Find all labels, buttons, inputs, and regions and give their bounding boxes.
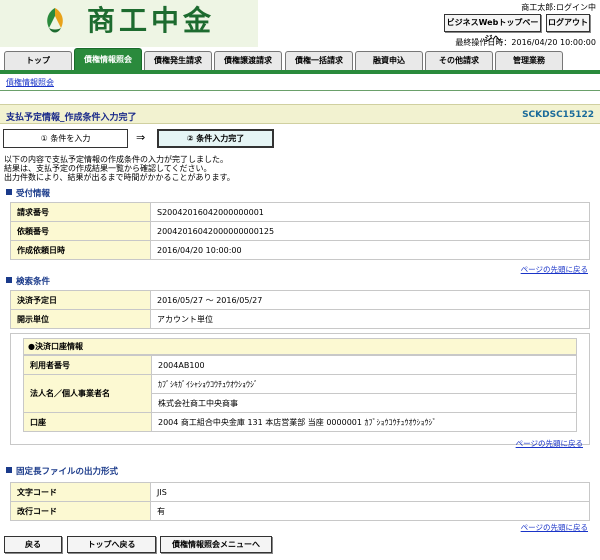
- company-name-label: 法人名／個人事業者名: [23, 374, 152, 413]
- info-message-1: 以下の内容で支払予定情報の作成条件の入力が完了しました。: [4, 155, 228, 164]
- table-row: 利用者番号 2004AB100: [23, 355, 577, 375]
- table-row: 依頼番号 20042016042000000000125: [10, 221, 590, 241]
- disclosure-unit-value: アカウント単位: [150, 309, 590, 329]
- subnav-divider: [0, 90, 600, 91]
- disclosure-unit-label: 開示単位: [10, 309, 151, 329]
- info-message-3: 出力件数により、結果が出るまで時間がかかることがあります。: [4, 173, 235, 182]
- screen-id: SCKDSC15122: [522, 110, 594, 120]
- account-value: 2004 商工組合中央金庫 131 本店営業部 当座 0000001 ｶﾌﾞｼｮ…: [151, 412, 577, 432]
- logo-area: 商工中金: [0, 0, 258, 47]
- reception-info-table: 請求番号 S20042016042000000001 依頼番号 20042016…: [10, 202, 590, 260]
- step-input-complete: ② 条件入力完了: [157, 129, 274, 148]
- user-status: 商工太郎:ログイン中: [521, 3, 596, 12]
- subnav-credit-inquiry-link[interactable]: 債権情報照会: [6, 77, 54, 88]
- table-row: 決済予定日 2016/05/27 〜 2016/05/27: [10, 290, 590, 310]
- step-input-conditions: ① 条件を入力: [3, 129, 128, 148]
- page-top-link[interactable]: ページの先頭に戻る: [521, 264, 588, 275]
- page-top-link[interactable]: ページの先頭に戻る: [516, 438, 583, 449]
- company-name-kana: ｶﾌﾞｼｷｶﾞｲｼｬｼｮｳｺｳﾁｭｳｵｳｼｮｳｼﾞ: [151, 374, 577, 394]
- info-message-2: 結果は、支払予定の作成結果一覧から確認してください。: [4, 164, 212, 173]
- tab-bar-divider: [0, 70, 600, 74]
- company-name-kanji: 株式会社商工中央商事: [151, 393, 577, 413]
- table-row: 改行コード 有: [10, 501, 590, 521]
- tab-management[interactable]: 管理業務: [495, 51, 563, 70]
- settlement-date-label: 決済予定日: [10, 290, 151, 310]
- table-row: 請求番号 S20042016042000000001: [10, 202, 590, 222]
- tab-loan-application[interactable]: 融資申込: [355, 51, 423, 70]
- step-arrow-icon: ⇒: [136, 131, 146, 144]
- tab-credit-inquiry[interactable]: 債権情報照会: [74, 48, 142, 70]
- search-conditions-heading: 検索条件: [6, 275, 50, 287]
- section-square-icon: [6, 467, 12, 473]
- table-row: 文字コード JIS: [10, 482, 590, 502]
- char-code-value: JIS: [150, 482, 590, 502]
- logout-button[interactable]: ログアウト: [546, 14, 590, 32]
- reception-info-heading: 受付情報: [6, 187, 50, 199]
- settlement-account-heading: ●決済口座情報: [23, 338, 577, 355]
- settlement-account-table: 利用者番号 2004AB100 法人名／個人事業者名 ｶﾌﾞｼｷｶﾞｲｼｬｼｮｳ…: [23, 355, 577, 432]
- account-label: 口座: [23, 412, 152, 432]
- search-conditions-heading-text: 検索条件: [16, 277, 51, 287]
- table-row: 開示単位 アカウント単位: [10, 309, 590, 329]
- fixed-output-table: 文字コード JIS 改行コード 有: [10, 482, 590, 521]
- credit-inquiry-menu-button[interactable]: 債権情報照会メニューへ: [160, 536, 272, 553]
- header: 商工中金 商工太郎:ログイン中 ビジネスWebトップページへ ログアウト 最終操…: [0, 0, 600, 47]
- request-number-value: S20042016042000000001: [150, 202, 590, 222]
- tab-credit-transfer[interactable]: 債権譲渡請求: [214, 51, 282, 70]
- logo-mark-icon: [47, 8, 63, 33]
- reception-info-heading-text: 受付情報: [16, 189, 51, 199]
- user-number-value: 2004AB100: [151, 355, 577, 375]
- table-row: 口座 2004 商工組合中央金庫 131 本店営業部 当座 0000001 ｶﾌ…: [23, 412, 577, 432]
- user-number-label: 利用者番号: [23, 355, 152, 375]
- fixed-output-heading: 固定長ファイルの出力形式: [6, 465, 118, 477]
- tab-top[interactable]: トップ: [4, 51, 72, 70]
- request-datetime-label: 作成依頼日時: [10, 240, 151, 260]
- table-row: 作成依頼日時 2016/04/20 10:00:00: [10, 240, 590, 260]
- logo-text: 商工中金: [87, 4, 216, 37]
- tab-bulk-request[interactable]: 債権一括請求: [285, 51, 353, 70]
- tab-other-requests[interactable]: その他請求: [425, 51, 493, 70]
- request-number-label: 請求番号: [10, 202, 151, 222]
- back-button[interactable]: 戻る: [4, 536, 62, 553]
- settlement-date-value: 2016/05/27 〜 2016/05/27: [150, 290, 590, 310]
- web-top-page-button[interactable]: ビジネスWebトップページへ: [444, 14, 541, 43]
- settlement-account-box: ●決済口座情報 利用者番号 2004AB100 法人名／個人事業者名 ｶﾌﾞｼｷ…: [10, 333, 590, 448]
- newline-code-label: 改行コード: [10, 501, 151, 521]
- order-number-label: 依頼番号: [10, 221, 151, 241]
- section-square-icon: [6, 277, 12, 283]
- section-square-icon: [6, 189, 12, 195]
- table-row: 法人名／個人事業者名 ｶﾌﾞｼｷｶﾞｲｼｬｼｮｳｺｳﾁｭｳｵｳｼｮｳｼﾞ: [23, 374, 577, 413]
- main-tabs: トップ 債権情報照会 債権発生請求 債権譲渡請求 債権一括請求 融資申込 その他…: [0, 48, 600, 70]
- tab-credit-issue[interactable]: 債権発生請求: [144, 51, 212, 70]
- last-operation-time: 最終操作日時：2016/04/20 10:00:00: [455, 38, 596, 47]
- search-conditions-table: 決済予定日 2016/05/27 〜 2016/05/27 開示単位 アカウント…: [10, 290, 590, 329]
- char-code-label: 文字コード: [10, 482, 151, 502]
- newline-code-value: 有: [150, 501, 590, 521]
- fixed-output-heading-text: 固定長ファイルの出力形式: [16, 467, 119, 477]
- request-datetime-value: 2016/04/20 10:00:00: [150, 240, 590, 260]
- page-top-link[interactable]: ページの先頭に戻る: [521, 522, 588, 533]
- title-bar: 支払予定情報_作成条件入力完了 SCKDSC15122: [0, 104, 600, 124]
- top-page-button[interactable]: トップへ戻る: [67, 536, 156, 553]
- order-number-value: 20042016042000000000125: [150, 221, 590, 241]
- page-title: 支払予定情報_作成条件入力完了: [6, 113, 137, 123]
